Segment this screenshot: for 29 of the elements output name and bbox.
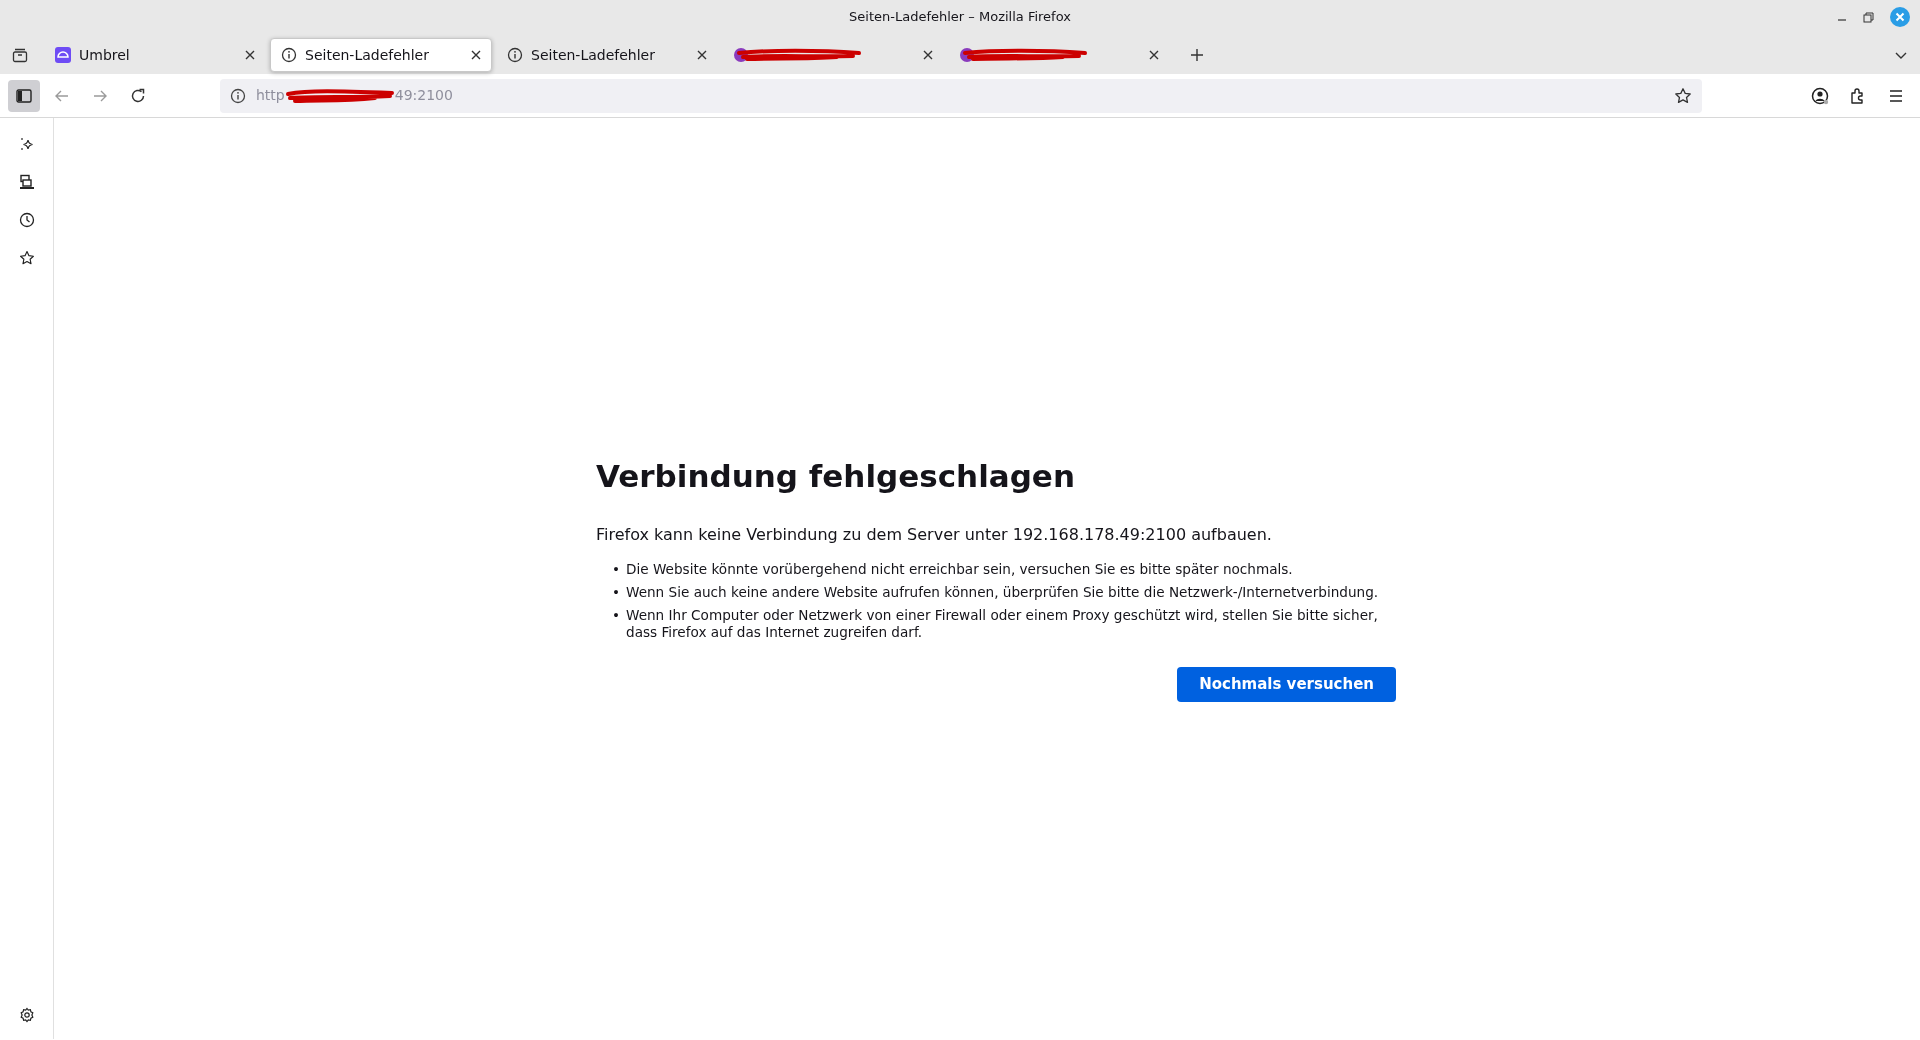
- bullet: •: [612, 584, 622, 602]
- error-heading: Verbindung fehlgeschlagen: [596, 458, 1076, 496]
- restore-icon[interactable]: [1863, 11, 1874, 23]
- url-text: http: [256, 86, 285, 105]
- url-text: 49:2100: [394, 86, 453, 105]
- close-tab-icon[interactable]: [245, 50, 255, 60]
- tip-text: Wenn Sie auch keine andere Website aufrufen können, überprüfen Sie bitte die Netzwerk-/Internetverbindung.: [626, 584, 1379, 602]
- close-tab-icon[interactable]: [923, 50, 933, 60]
- new-tab-icon[interactable]: [1190, 48, 1204, 62]
- close-tab-icon[interactable]: [1149, 50, 1159, 60]
- window-title: Seiten-Ladefehler – Mozilla Firefox: [849, 8, 1071, 26]
- umbrel-logo-icon: [55, 47, 71, 63]
- info-icon: [507, 47, 523, 63]
- star-icon[interactable]: [1674, 86, 1692, 105]
- retry-button[interactable]: Nochmals versuchen: [1177, 667, 1396, 702]
- info-icon: [281, 47, 297, 63]
- sidebar-toggle-icon[interactable]: [8, 79, 40, 112]
- bullet: •: [612, 607, 622, 626]
- bullet: •: [612, 561, 622, 579]
- close-icon[interactable]: [1890, 7, 1910, 27]
- browser-tab[interactable]: Umbrel: [44, 38, 266, 72]
- tip-text: Die Website könnte vorübergehend nicht erreichbar sein, versuchen Sie es bitte später nochmals.: [626, 561, 1293, 579]
- close-tab-icon[interactable]: [471, 50, 481, 60]
- info-icon[interactable]: [230, 87, 246, 104]
- close-tab-icon[interactable]: [697, 50, 707, 60]
- error-message: Firefox kann keine Verbindung zu dem Server unter 192.168.178.49:2100 aufbauen.: [596, 524, 1273, 547]
- browser-tab[interactable]: Seiten-Ladefehler: [270, 38, 492, 72]
- browser-tab[interactable]: Seiten-Ladefehler: [496, 38, 718, 72]
- tip-text: Wenn Ihr Computer oder Netzwerk von einer Firewall oder einem Proxy geschützt wird, stellen Sie bitte sicher, dass Firefox auf das Internet zugreifen darf.: [626, 607, 1379, 642]
